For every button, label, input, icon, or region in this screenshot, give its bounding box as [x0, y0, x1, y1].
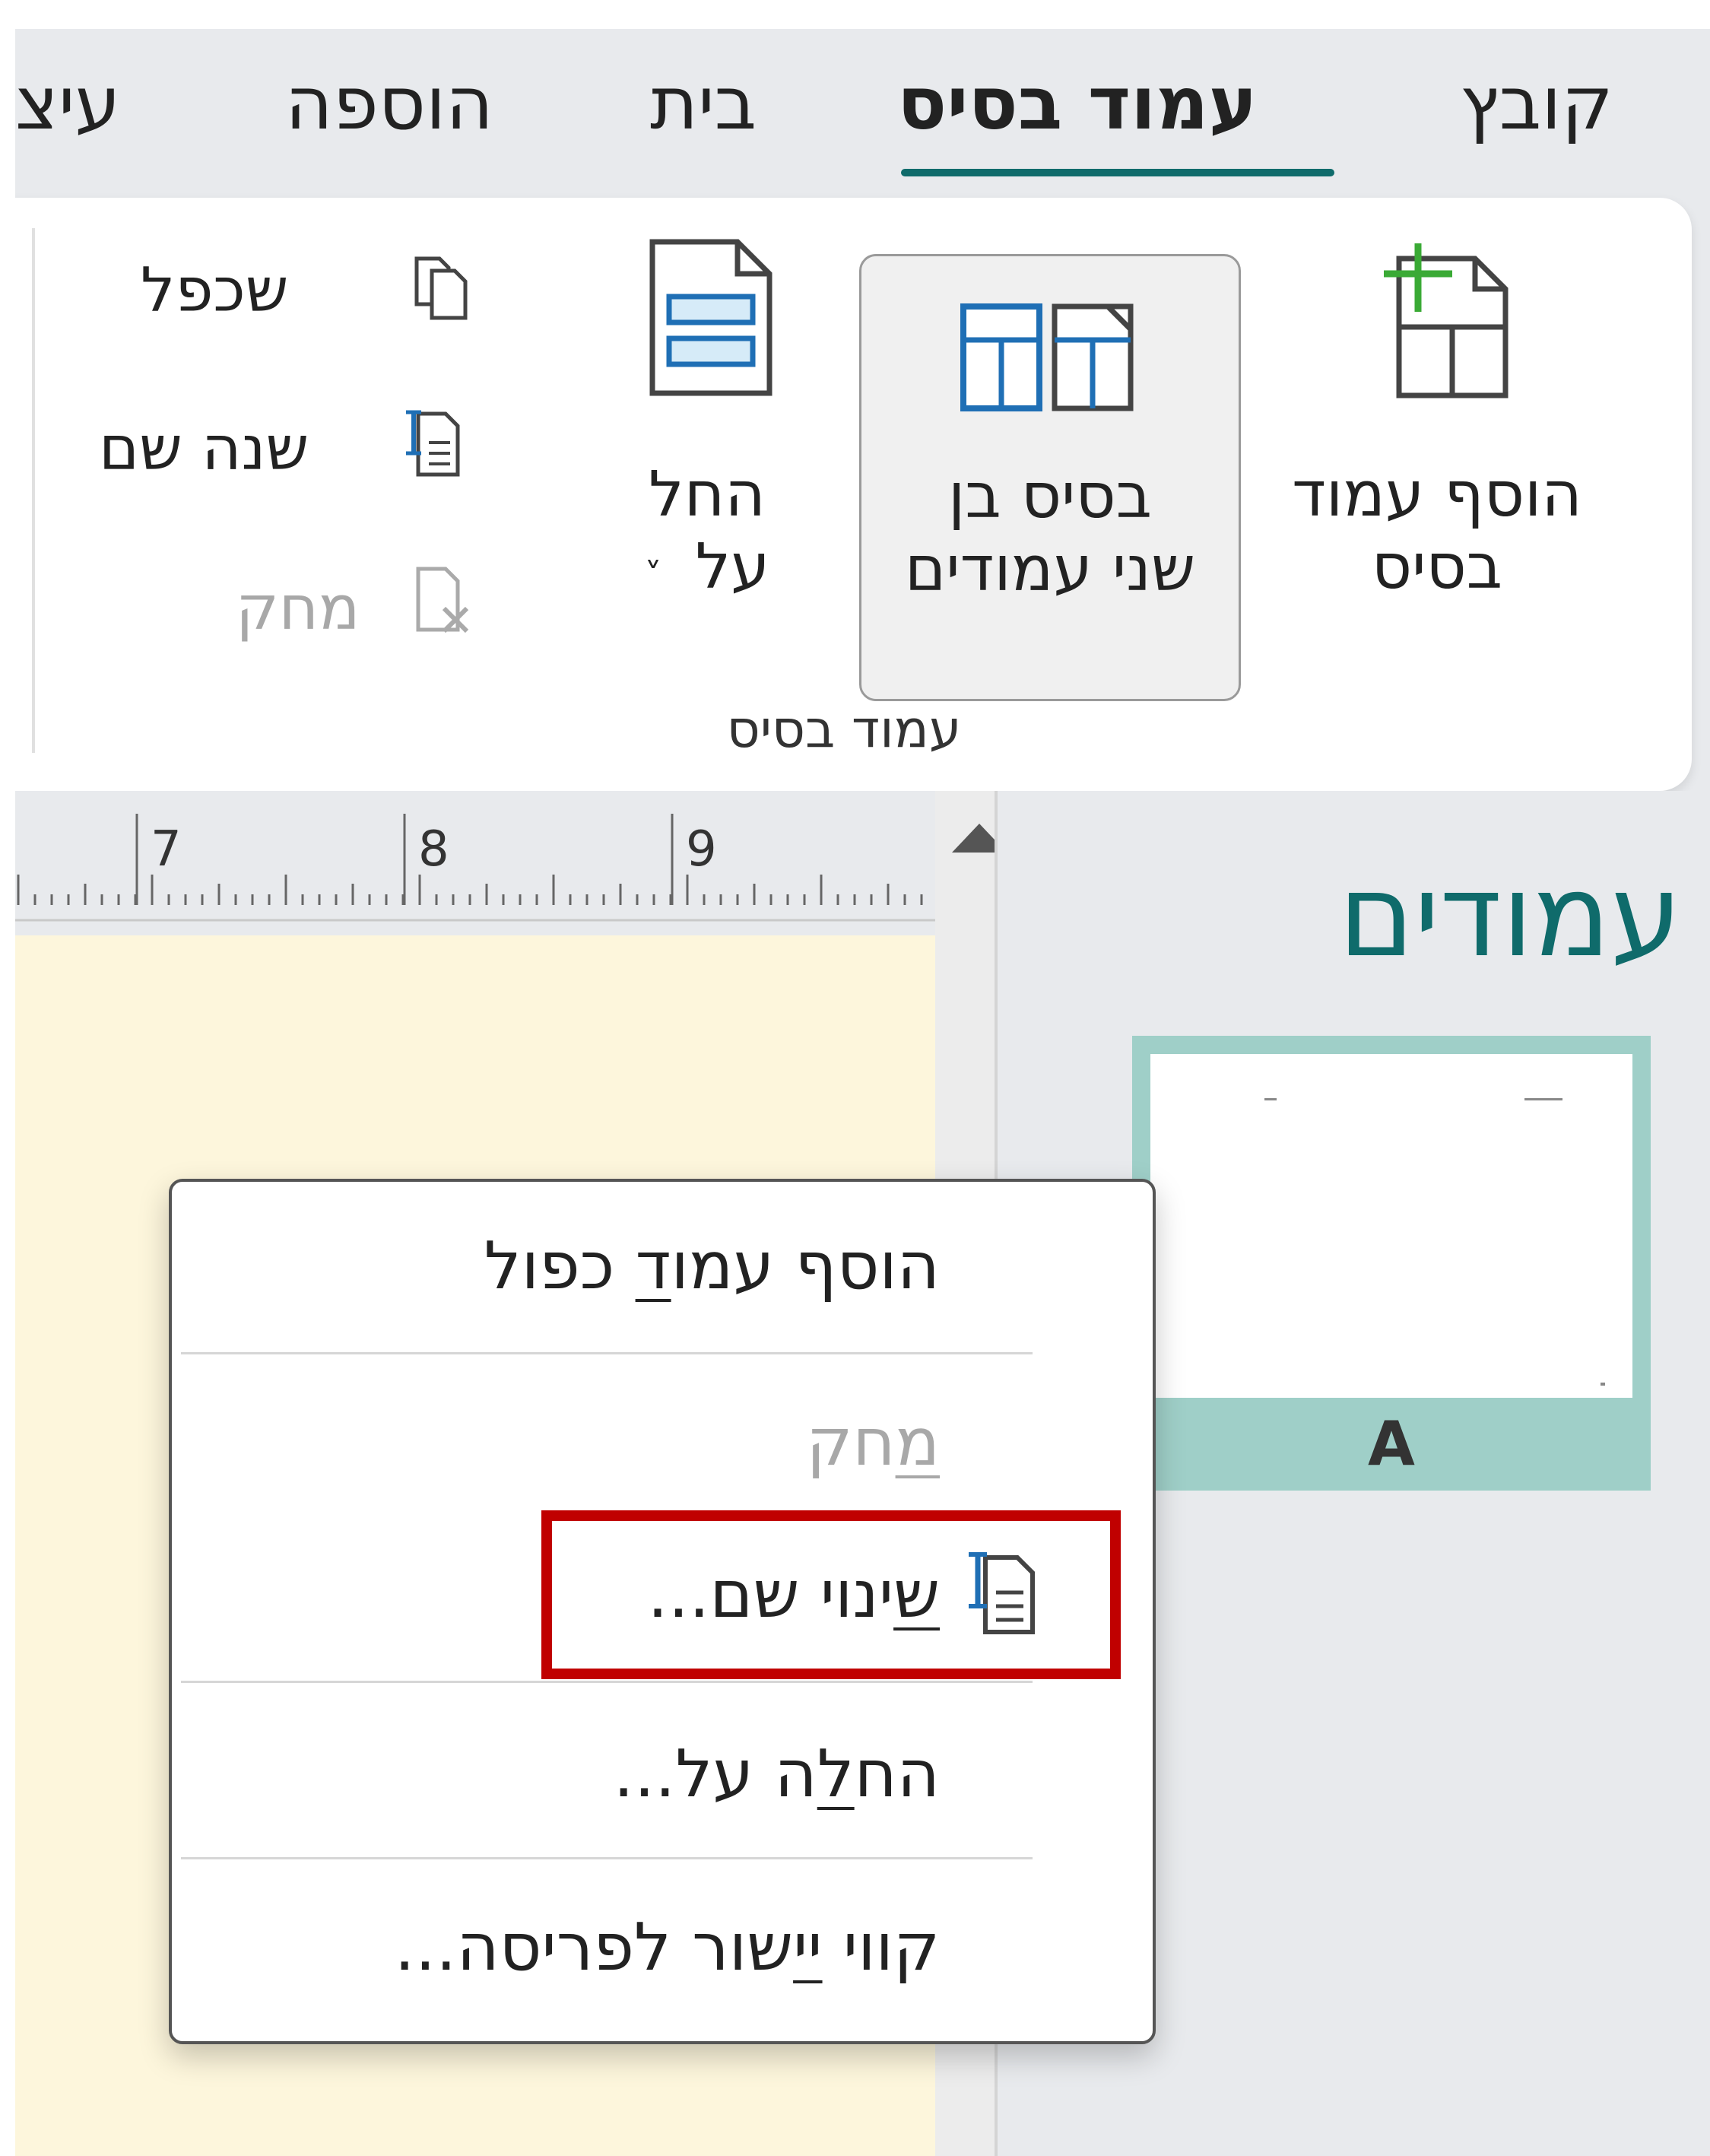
delete-label: מחק [236, 573, 360, 643]
apply-to-line1: החל [649, 459, 766, 531]
rename-label: שנה שם [99, 413, 309, 484]
two-page-master-button[interactable]: בסיס בן שני עמודים [859, 254, 1241, 701]
delete-button[interactable]: מחק [236, 567, 469, 639]
menu-item-access-key: ד [635, 1228, 671, 1304]
duplicate-button[interactable]: שכפל [141, 256, 468, 321]
menu-item-delete[interactable]: מחק [806, 1410, 940, 1475]
add-master-page-line1: הוסף עמוד [1292, 459, 1582, 531]
menu-item-layout-guides[interactable]: קווי יישור לפריסה... [394, 1915, 940, 1980]
menu-item-text: שור לפריסה... [394, 1910, 794, 1986]
menu-item-apply-to[interactable]: החלה על... [613, 1742, 940, 1807]
ribbon-separator [32, 228, 35, 753]
menu-separator [181, 1352, 1033, 1354]
active-tab-indicator [901, 169, 1334, 176]
ribbon-group-label: עמוד בסיס [726, 700, 962, 760]
apply-to-button[interactable]: החל על ˅ [616, 221, 798, 646]
menu-separator [181, 1681, 1033, 1683]
menu-separator [181, 1857, 1033, 1859]
thumbnail-page-preview [1150, 1054, 1632, 1398]
menu-item-access-key: יי [793, 1910, 823, 1986]
menu-item-text: הוסף עמו [671, 1228, 940, 1304]
ruler-number: 8 [418, 821, 449, 878]
tab-home[interactable]: בית [650, 67, 757, 140]
tab-file[interactable]: קובץ [1460, 67, 1613, 140]
menu-item-text: כפול [484, 1228, 636, 1304]
delete-icon [416, 567, 469, 633]
rename-icon [406, 410, 460, 477]
thumbnail-label: A [1368, 1408, 1415, 1479]
menu-item-text: חק [806, 1405, 896, 1481]
add-master-page-line2: בסיס [1371, 531, 1503, 603]
page-thumbnail[interactable]: A [1132, 1036, 1651, 1491]
tab-bar: קובץ עמוד בסיס בית הוספה עיצ [15, 29, 1710, 198]
pages-pane-title: עמודים [1338, 850, 1682, 983]
duplicate-label: שכפל [141, 255, 289, 325]
two-page-master-icon [960, 303, 1134, 411]
menu-item-insert-duplicate-page[interactable]: הוסף עמוד כפול [484, 1234, 940, 1299]
rename-highlight-box [541, 1510, 1121, 1679]
apply-to-line2: על [695, 531, 770, 603]
menu-item-text: ה על... [613, 1736, 817, 1812]
horizontal-ruler: 7 8 9 [15, 791, 935, 935]
app-window: קובץ עמוד בסיס בית הוספה עיצ הוסף עמוד ב… [15, 29, 1710, 2156]
add-master-page-button[interactable]: הוסף עמוד בסיס [1247, 221, 1627, 646]
ruler-number: 9 [686, 821, 717, 878]
rename-button[interactable]: שנה שם [99, 410, 460, 479]
two-page-master-line2: שני עמודים [904, 533, 1196, 605]
menu-item-access-key: ל [817, 1736, 855, 1812]
add-master-page-icon [1384, 243, 1509, 398]
apply-to-line2-wrap: על ˅ [616, 532, 798, 602]
apply-to-icon [649, 239, 773, 396]
two-page-master-line1: בסיס בן [948, 460, 1152, 532]
menu-item-text: הח [854, 1736, 940, 1812]
ribbon: הוסף עמוד בסיס בסיס בן שני עמודים החל על… [15, 198, 1692, 791]
tab-design[interactable]: עיצ [15, 67, 121, 140]
ruler-number: 7 [151, 821, 182, 878]
duplicate-icon [414, 256, 468, 320]
tab-master-page[interactable]: עמוד בסיס [897, 67, 1258, 140]
tab-insert[interactable]: הוספה [285, 67, 493, 140]
chevron-down-icon: ˅ [644, 555, 662, 596]
menu-item-access-key: מ [895, 1405, 940, 1481]
menu-item-text: קווי [822, 1910, 940, 1986]
